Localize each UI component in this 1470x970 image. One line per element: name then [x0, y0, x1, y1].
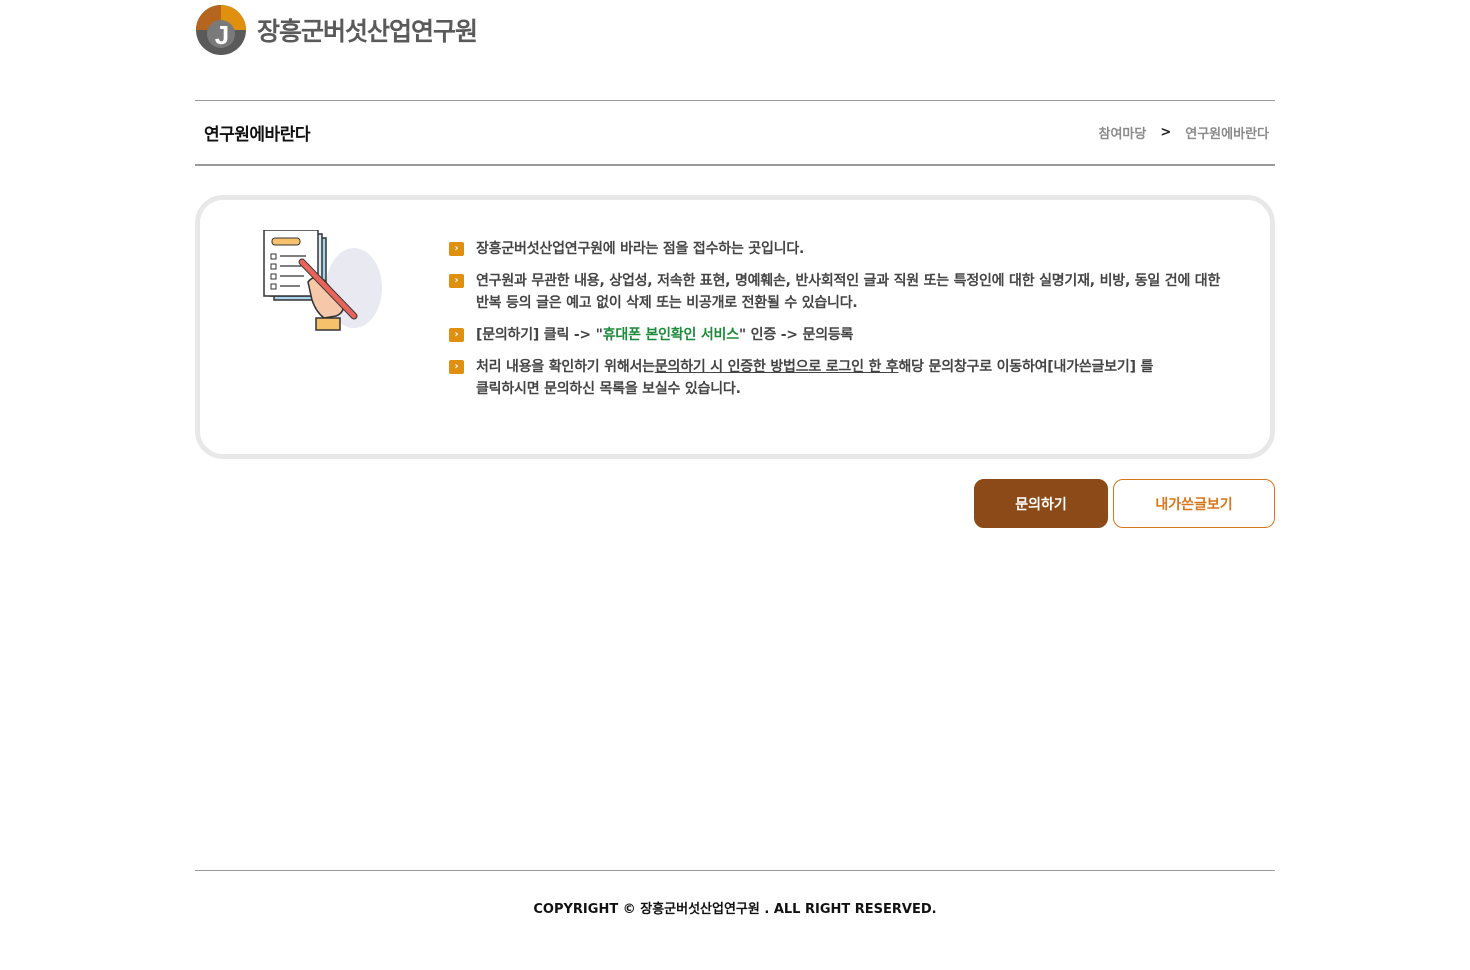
notice-box: › 장흥군버섯산업연구원에 바라는 점을 접수하는 곳입니다. › 연구원과 무… [195, 195, 1275, 459]
footer-divider [195, 870, 1275, 871]
notice-item: › [문의하기] 클릭 -> "휴대폰 본인확인 서비스" 인증 -> 문의등록 [449, 324, 1249, 346]
notice-list: › 장흥군버섯산업연구원에 바라는 점을 접수하는 곳입니다. › 연구원과 무… [449, 238, 1249, 410]
chevron-right-icon: › [449, 242, 464, 256]
login-instruction-underline: 문의하기 시 인증한 방법으로 로그인 한 후 [654, 359, 899, 375]
my-posts-button[interactable]: 내가쓴글보기 [1113, 479, 1275, 528]
chevron-right-icon: › [449, 328, 464, 342]
chevron-right-icon: › [449, 274, 464, 288]
inquiry-button[interactable]: 문의하기 [974, 479, 1108, 528]
notice-item: › 장흥군버섯산업연구원에 바라는 점을 접수하는 곳입니다. [449, 238, 1249, 260]
notice-item: › 처리 내용을 확인하기 위해서는문의하기 시 인증한 방법으로 로그인 한 … [449, 356, 1249, 400]
site-logo[interactable]: J 장흥군버섯산업연구원 [195, 2, 478, 58]
breadcrumb: 참여마당 > 연구원에바란다 [1099, 123, 1269, 142]
logo-text: 장흥군버섯산업연구원 [257, 17, 478, 46]
logo-emblem-icon: J [195, 4, 247, 56]
phone-verification-highlight: 휴대폰 본인확인 서비스 [602, 327, 739, 343]
breadcrumb-item-current[interactable]: 연구원에바란다 [1185, 123, 1269, 142]
document-writing-icon [262, 229, 382, 340]
logo-letter: J [215, 20, 229, 50]
chevron-right-icon: › [449, 360, 464, 374]
notice-item: › 연구원과 무관한 내용, 상업성, 저속한 표현, 명예훼손, 반사회적인 … [449, 270, 1249, 314]
breadcrumb-item-participation[interactable]: 참여마당 [1099, 123, 1147, 142]
page-title: 연구원에바란다 [204, 125, 310, 145]
footer-copyright: COPYRIGHT © 장흥군버섯산업연구원 . ALL RIGHT RESER… [533, 902, 937, 917]
page-title-bar: 연구원에바란다 참여마당 > 연구원에바란다 [195, 100, 1275, 166]
breadcrumb-separator: > [1160, 125, 1172, 140]
